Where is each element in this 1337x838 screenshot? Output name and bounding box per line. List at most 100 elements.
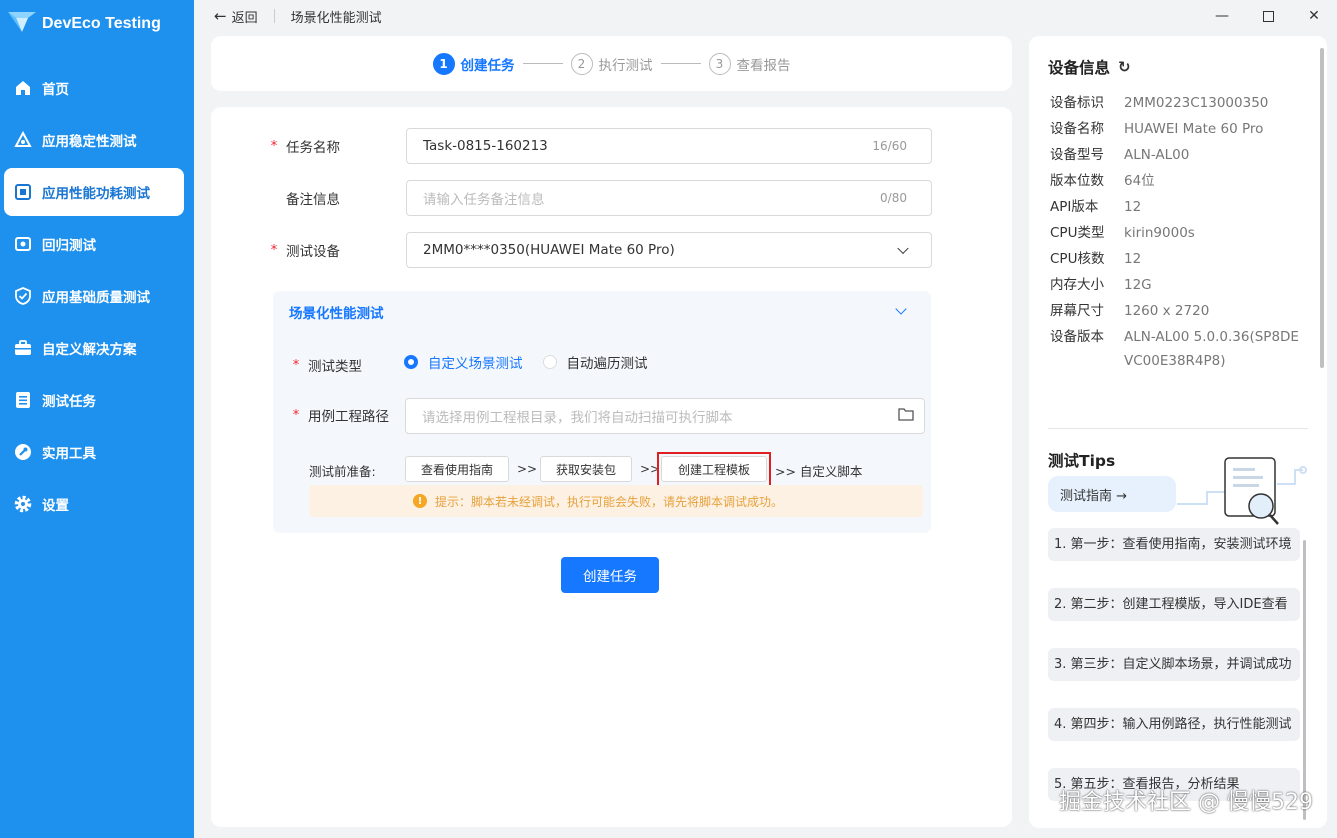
minimize-icon[interactable]: — xyxy=(1199,0,1245,32)
task-name-label: 任务名称 xyxy=(286,140,340,156)
folder-icon[interactable] xyxy=(898,407,914,425)
stability-icon xyxy=(14,131,32,149)
get-package-button[interactable]: 获取安装包 xyxy=(540,456,632,482)
briefcase-icon xyxy=(14,339,32,357)
sidebar-item-quality[interactable]: 应用基础质量测试 xyxy=(4,272,184,320)
info-row: 屏幕尺寸 1260 x 2720 xyxy=(1050,299,1299,323)
sidebar-item-home[interactable]: 首页 xyxy=(4,64,184,112)
sidebar-item-stability[interactable]: 应用稳定性测试 xyxy=(4,116,184,164)
document-search-illustration-icon xyxy=(1177,457,1307,525)
sidebar-item-label: 自定义解决方案 xyxy=(42,342,137,358)
highlight-box xyxy=(657,452,771,488)
quality-check-icon xyxy=(14,287,32,305)
gear-icon xyxy=(14,495,32,513)
sidebar-nav: 首页 应用稳定性测试 应用性能功耗测试 回归测试 应用基础质量测试 自定义解决方… xyxy=(0,60,194,532)
remark-input[interactable]: 请输入任务备注信息 0/80 xyxy=(406,180,932,216)
sidebar-item-label: 实用工具 xyxy=(42,446,96,462)
info-value: ALN-AL00 5.0.0.36(SP8DEVC00E38R4P8) xyxy=(1124,329,1299,369)
prep-label: 测试前准备: xyxy=(309,464,376,479)
collapse-chevron-icon[interactable] xyxy=(895,303,907,315)
close-icon[interactable]: ✕ xyxy=(1291,0,1337,32)
tip-step-card: 2. 第二步：创建工程模版，导入IDE查看 xyxy=(1048,588,1300,621)
step-number: 2 xyxy=(570,52,593,75)
char-count: 16/60 xyxy=(872,139,907,153)
radio-label: 自定义场景测试 xyxy=(428,356,523,372)
step-number: 1 xyxy=(432,52,455,75)
required-mark: * xyxy=(270,138,278,154)
maximize-icon[interactable] xyxy=(1245,0,1291,32)
test-type-row: * 测试类型 xyxy=(289,354,362,376)
step-execute-test: 2 执行测试 xyxy=(570,52,653,75)
step-number: 3 xyxy=(708,52,731,75)
sidebar-item-label: 应用稳定性测试 xyxy=(42,134,137,150)
step-connector xyxy=(522,63,563,64)
divider xyxy=(273,9,275,23)
info-value: 2MM0223C13000350 xyxy=(1124,95,1269,111)
step-create-task: 1 创建任务 xyxy=(432,52,515,75)
device-label-row: * 测试设备 xyxy=(267,239,340,261)
sidebar-item-custom-solution[interactable]: 自定义解决方案 xyxy=(4,324,184,372)
back-button[interactable]: ← 返回 xyxy=(214,7,258,26)
radio-dot xyxy=(542,355,557,369)
sidebar-item-regression[interactable]: 回归测试 xyxy=(4,220,184,268)
device-info-heading: 设备信息 xyxy=(1048,59,1111,77)
deveco-logo-icon xyxy=(6,8,38,40)
create-task-button[interactable]: 创建任务 xyxy=(561,557,659,593)
performance-icon xyxy=(14,183,32,201)
sidebar-item-label: 回归测试 xyxy=(42,238,96,254)
page-title: 场景化性能测试 xyxy=(290,10,382,26)
warning-icon: ! xyxy=(413,494,427,508)
tools-icon xyxy=(14,443,32,461)
info-value: 12 xyxy=(1124,199,1142,215)
radio-dot xyxy=(404,355,418,369)
sidebar: DevEco Testing 首页 应用稳定性测试 应用性能功耗测试 回归测试 … xyxy=(0,0,194,838)
info-key: 屏幕尺寸 xyxy=(1050,303,1104,319)
chevron-down-icon xyxy=(897,242,909,255)
info-row: 设备型号 ALN-AL00 xyxy=(1050,143,1299,167)
tips-scrollbar[interactable] xyxy=(1303,540,1306,820)
remark-label: 备注信息 xyxy=(286,192,340,208)
sidebar-item-label: 应用性能功耗测试 xyxy=(42,186,150,202)
required-mark: * xyxy=(270,242,278,258)
window-controls: — ✕ xyxy=(1199,0,1337,32)
test-guide-button[interactable]: 测试指南 → xyxy=(1048,476,1176,512)
info-row: API版本 12 xyxy=(1050,195,1299,219)
info-value: ALN-AL00 xyxy=(1124,147,1190,163)
step-label: 创建任务 xyxy=(460,57,515,74)
device-select[interactable]: 2MM0****0350(HUAWEI Mate 60 Pro) xyxy=(406,232,932,268)
tip-text: 提示：脚本若未经调试，执行可能会失败，请先将脚本调试成功。 xyxy=(435,494,784,509)
test-type-radio-group: 自定义场景测试 自动遍历测试 xyxy=(404,351,668,373)
task-form: * 任务名称 Task-0815-160213 16/60 * 备注信息 请输入… xyxy=(211,107,1012,827)
info-key: API版本 xyxy=(1050,199,1099,215)
path-label-row: * 用例工程路径 xyxy=(289,404,389,426)
info-key: 设备型号 xyxy=(1050,147,1104,163)
radio-custom-scenario[interactable]: 自定义场景测试 xyxy=(404,352,523,372)
info-key: CPU类型 xyxy=(1050,225,1105,241)
required-mark: * xyxy=(292,357,300,373)
sidebar-item-tools[interactable]: 实用工具 xyxy=(4,428,184,476)
back-label: 返回 xyxy=(231,10,258,26)
sidebar-item-settings[interactable]: 设置 xyxy=(4,480,184,528)
sidebar-item-test-tasks[interactable]: 测试任务 xyxy=(4,376,184,424)
scrollbar[interactable] xyxy=(1320,48,1324,368)
task-name-input[interactable]: Task-0815-160213 16/60 xyxy=(406,128,932,164)
refresh-icon[interactable]: ↻ xyxy=(1118,58,1131,76)
title-bar: ← 返回 场景化性能测试 — ✕ xyxy=(194,0,1337,32)
device-value: 2MM0****0350(HUAWEI Mate 60 Pro) xyxy=(423,242,675,258)
sidebar-item-label: 应用基础质量测试 xyxy=(42,290,150,306)
radio-auto-traverse[interactable]: 自动遍历测试 xyxy=(542,352,648,372)
divider xyxy=(1048,428,1308,429)
info-row: CPU核数 12 xyxy=(1050,247,1299,271)
device-info-title: 设备信息 ↻ xyxy=(1048,56,1131,78)
info-value: 1260 x 2720 xyxy=(1124,303,1210,319)
view-guide-button[interactable]: 查看使用指南 xyxy=(405,456,509,482)
sidebar-item-performance[interactable]: 应用性能功耗测试 xyxy=(4,168,184,216)
section-title: 场景化性能测试 xyxy=(289,306,384,322)
regression-icon xyxy=(14,235,32,253)
project-path-input[interactable]: 请选择用例工程根目录，我们将自动扫描可执行脚本 xyxy=(405,398,925,434)
remark-placeholder: 请输入任务备注信息 xyxy=(423,192,545,208)
device-label: 测试设备 xyxy=(286,244,340,260)
prep-row: 测试前准备: 查看使用指南 >> 获取安装包 >> 创建工程模板 >> 自定义脚… xyxy=(309,452,919,488)
info-row: 内存大小 12G xyxy=(1050,273,1299,297)
char-count: 0/80 xyxy=(880,191,907,205)
